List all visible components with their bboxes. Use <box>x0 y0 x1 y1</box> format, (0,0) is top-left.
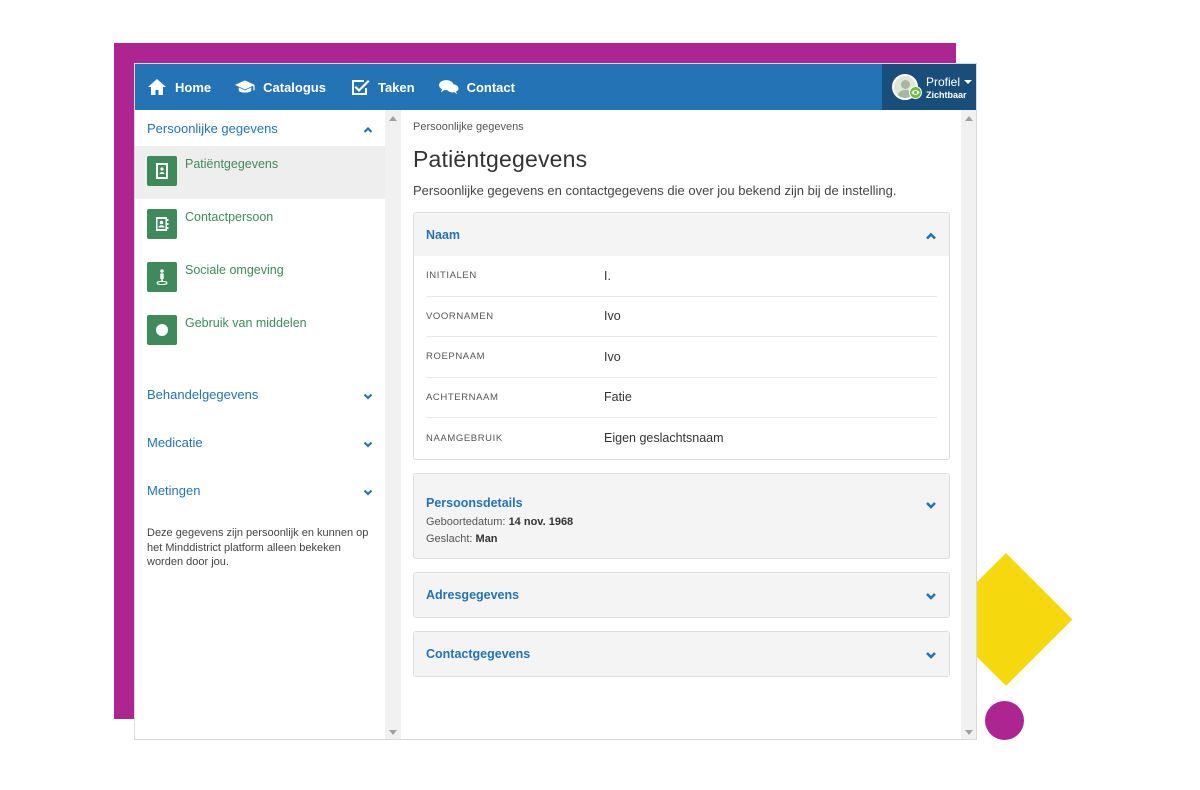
sidebar-section-medicatie[interactable]: Medicatie <box>135 418 385 466</box>
field-row-naamgebruik: NAAMGEBRUIK Eigen geslachtsnaam <box>426 418 937 459</box>
main-scrollbar[interactable] <box>961 110 976 739</box>
chevron-down-icon <box>363 485 373 496</box>
field-label: INITIALEN <box>426 270 477 282</box>
sidebar-item-label: Patiëntgegevens <box>185 157 279 171</box>
gender-value: Man <box>475 532 498 545</box>
field-value: Ivo <box>604 309 621 324</box>
main-content: Persoonlijke gegevens Patiëntgegevens Pe… <box>401 110 961 739</box>
field-value: Ivo <box>604 349 621 364</box>
field-label: ACHTERNAAM <box>426 391 499 403</box>
gender-label: Geslacht: <box>426 532 473 545</box>
page-description: Persoonlijke gegevens en contactgegevens… <box>413 183 897 198</box>
sidebar-section-persoonlijke-gegevens[interactable]: Persoonlijke gegevens <box>135 110 385 146</box>
field-label: NAAMGEBRUIK <box>426 432 503 444</box>
field-value: I. <box>604 268 611 283</box>
nav-contact-label: Contact <box>466 79 515 95</box>
sidebar-item-patientgegevens[interactable]: Patiëntgegevens <box>135 146 385 199</box>
sidebar-section-metingen[interactable]: Metingen <box>135 466 385 514</box>
panel-persoonsdetails[interactable]: Persoonsdetails Geboortedatum: 14 nov. 1… <box>413 472 950 559</box>
gender-line: Geslacht: Man <box>414 531 949 548</box>
nav-contact[interactable]: Contact <box>427 64 527 110</box>
field-value: Fatie <box>604 390 632 405</box>
scroll-up-arrow-icon[interactable] <box>965 116 973 121</box>
page-title: Patiëntgegevens <box>413 146 588 172</box>
chevron-down-icon <box>363 437 373 448</box>
panel-title: Contactgegevens <box>426 646 531 661</box>
sidebar-section-behandelgegevens[interactable]: Behandelgegevens <box>135 370 385 418</box>
field-row-initialen: INITIALEN I. <box>426 256 937 297</box>
person-pin-icon <box>147 262 177 292</box>
checkbox-icon <box>350 78 370 96</box>
panel-naam-header[interactable]: Naam <box>414 213 949 256</box>
profile-menu[interactable]: Profiel Zichtbaar <box>882 64 976 110</box>
app-window: Home Catalogus Taken Contact Profiel Zic… <box>134 63 977 740</box>
nav-taken[interactable]: Taken <box>338 64 427 110</box>
sidebar-item-gebruik-van-middelen[interactable]: Gebruik van middelen <box>135 305 385 358</box>
stage: Home Catalogus Taken Contact Profiel Zic… <box>0 0 1200 790</box>
panel-adresgegevens[interactable]: Adresgegevens <box>413 571 950 618</box>
chevron-down-icon <box>363 389 373 400</box>
field-value: Eigen geslachtsnaam <box>604 431 724 446</box>
sidebar-section-label: Behandelgegevens <box>147 386 259 402</box>
profile-text: Profiel Zichtbaar <box>926 74 973 100</box>
birth-date-value: 14 nov. 1968 <box>508 515 574 528</box>
profile-name: Profiel <box>926 74 973 89</box>
sidebar-section-label: Metingen <box>147 482 201 498</box>
sidebar-item-contactpersoon[interactable]: Contactpersoon <box>135 199 385 252</box>
chevron-down-icon <box>925 498 937 510</box>
nav-home-label: Home <box>175 79 212 95</box>
field-label: VOORNAMEN <box>426 310 494 322</box>
panel-title: Adresgegevens <box>426 587 520 602</box>
id-card-icon <box>147 156 177 186</box>
panel-contactgegevens[interactable]: Contactgegevens <box>413 630 950 677</box>
nav-catalogus-label: Catalogus <box>263 79 326 95</box>
chevron-down-icon <box>925 589 937 601</box>
chevron-down-icon <box>925 648 937 660</box>
sidebar-item-label: Contactpersoon <box>185 210 274 224</box>
field-label: ROEPNAAM <box>426 351 486 363</box>
profile-name-label: Profiel <box>926 74 961 89</box>
profile-visibility-status: Zichtbaar <box>926 89 967 100</box>
panel-title: Persoonsdetails <box>426 495 523 510</box>
chevron-up-icon <box>363 123 373 133</box>
decorative-purple-circle <box>985 701 1024 740</box>
sidebar-item-label: Gebruik van middelen <box>185 316 307 330</box>
panel-naam: Naam INITIALEN I. VOORNAMEN Ivo ROEPNAAM… <box>413 212 950 460</box>
panel-title: Naam <box>426 227 461 242</box>
nav-home[interactable]: Home <box>135 64 223 110</box>
chevron-up-icon <box>925 229 937 241</box>
field-row-roepnaam: ROEPNAAM Ivo <box>426 337 937 378</box>
field-row-achternaam: ACHTERNAAM Fatie <box>426 378 937 418</box>
sidebar: Persoonlijke gegevens Patiëntgegevens Co… <box>135 110 385 739</box>
sidebar-scrollbar[interactable] <box>385 110 401 739</box>
caret-down-icon <box>964 79 973 84</box>
scroll-up-arrow-icon[interactable] <box>389 116 397 121</box>
contact-book-icon <box>147 209 177 239</box>
birth-date-line: Geboortedatum: 14 nov. 1968 <box>414 514 949 531</box>
scroll-down-arrow-icon[interactable] <box>389 730 397 735</box>
birth-date-label: Geboortedatum: <box>426 515 506 528</box>
panel-persoonsdetails-header[interactable]: Persoonsdetails <box>414 473 949 514</box>
panel-adresgegevens-header[interactable]: Adresgegevens <box>414 572 949 617</box>
eye-icon <box>909 86 922 99</box>
scroll-down-arrow-icon[interactable] <box>965 730 973 735</box>
field-row-voornamen: VOORNAMEN Ivo <box>426 297 937 337</box>
chat-bubbles-icon <box>438 78 459 96</box>
panel-contactgegevens-header[interactable]: Contactgegevens <box>414 631 949 676</box>
circle-icon <box>147 315 177 345</box>
home-icon <box>147 78 167 96</box>
nav-catalogus[interactable]: Catalogus <box>223 64 338 110</box>
sidebar-section-label: Medicatie <box>147 434 203 450</box>
sidebar-section-label: Persoonlijke gegevens <box>147 120 278 136</box>
privacy-note: Deze gegevens zijn persoonlijk en kunnen… <box>147 527 369 568</box>
top-navigation-bar: Home Catalogus Taken Contact Profiel Zic… <box>135 64 976 110</box>
breadcrumb[interactable]: Persoonlijke gegevens <box>413 121 949 133</box>
nav-taken-label: Taken <box>377 79 415 95</box>
graduation-cap-icon <box>235 78 255 96</box>
sidebar-item-label: Sociale omgeving <box>185 263 284 277</box>
sidebar-item-sociale-omgeving[interactable]: Sociale omgeving <box>135 252 385 305</box>
